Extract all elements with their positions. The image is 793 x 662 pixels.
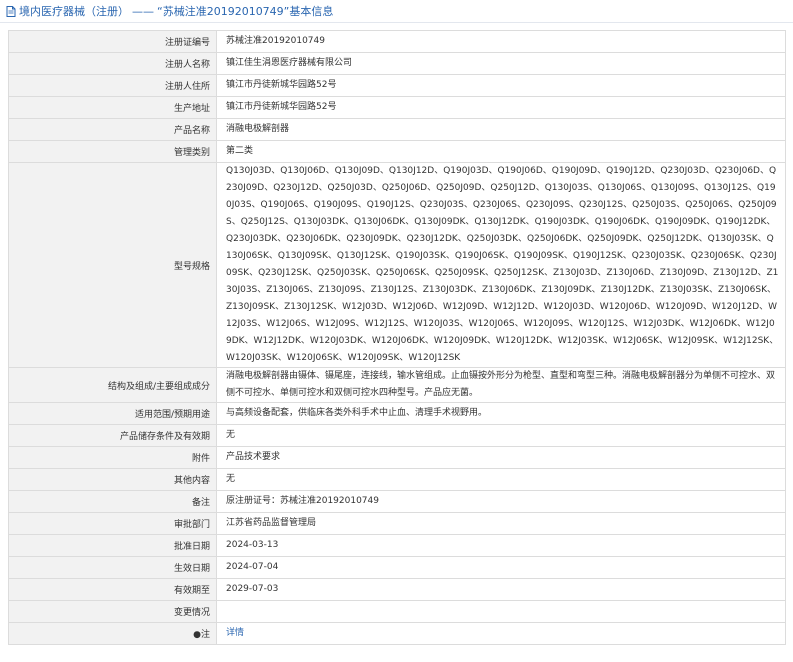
field-label: 注册证编号 (8, 30, 217, 53)
field-label: 生产地址 (8, 96, 217, 119)
table-row: 产品名称 消融电极解剖器 (8, 118, 786, 141)
table-row: 注册人住所 镇江市丹徒新城华园路52号 (8, 74, 786, 97)
field-value: 苏械注准20192010749 (216, 30, 786, 53)
field-value: 镇江市丹徒新城华园路52号 (216, 96, 786, 119)
table-row: 生效日期 2024-07-04 (8, 556, 786, 579)
field-value: 无 (216, 468, 786, 491)
table-row: 生产地址 镇江市丹徒新城华园路52号 (8, 96, 786, 119)
table-row: 备注 原注册证号：苏械注准20192010749 (8, 490, 786, 513)
field-value: 2029-07-03 (216, 578, 786, 601)
page-title: “苏械注准20192010749”基本信息 (157, 5, 334, 18)
field-label: 适用范围/预期用途 (8, 402, 217, 425)
field-label: 生效日期 (8, 556, 217, 579)
field-value: 第二类 (216, 140, 786, 163)
page-header: 境内医疗器械（注册） —— “苏械注准20192010749”基本信息 (0, 0, 793, 22)
field-label: 有效期至 (8, 578, 217, 601)
field-value: 原注册证号：苏械注准20192010749 (216, 490, 786, 513)
field-label: ●注 (8, 622, 217, 645)
info-table: 注册证编号 苏械注准20192010749 注册人名称 镇江佳生涓恩医疗器械有限… (8, 30, 786, 645)
field-value: 2024-03-13 (216, 534, 786, 557)
field-value: 消融电极解剖器 (216, 118, 786, 141)
table-row: 注册证编号 苏械注准20192010749 (8, 30, 786, 53)
field-label: 批准日期 (8, 534, 217, 557)
field-value: 镇江市丹徒新城华园路52号 (216, 74, 786, 97)
field-label: 审批部门 (8, 512, 217, 535)
field-label: 注册人住所 (8, 74, 217, 97)
table-row: 附件 产品技术要求 (8, 446, 786, 469)
field-label: 产品储存条件及有效期 (8, 424, 217, 447)
field-value (216, 600, 786, 623)
header-separator: —— (132, 4, 154, 18)
detail-cell: 详情 (216, 622, 786, 645)
field-label: 产品名称 (8, 118, 217, 141)
field-value: 江苏省药品监督管理局 (216, 512, 786, 535)
table-row: 变更情况 (8, 600, 786, 623)
category-link[interactable]: 境内医疗器械（注册） (19, 3, 129, 19)
table-row: ●注 详情 (8, 622, 786, 645)
field-label: 注册人名称 (8, 52, 217, 75)
field-label: 型号规格 (8, 162, 217, 368)
document-icon (6, 5, 16, 17)
field-label: 结构及组成/主要组成成分 (8, 367, 217, 403)
field-value: 无 (216, 424, 786, 447)
field-label: 管理类别 (8, 140, 217, 163)
field-label: 备注 (8, 490, 217, 513)
table-row: 批准日期 2024-03-13 (8, 534, 786, 557)
table-row: 有效期至 2029-07-03 (8, 578, 786, 601)
header-divider (0, 22, 793, 23)
field-label: 其他内容 (8, 468, 217, 491)
field-value: 产品技术要求 (216, 446, 786, 469)
field-value: 与高频设备配套，供临床各类外科手术中止血、清理手术视野用。 (216, 402, 786, 425)
table-row: 管理类别 第二类 (8, 140, 786, 163)
table-row: 其他内容 无 (8, 468, 786, 491)
field-label: 变更情况 (8, 600, 217, 623)
detail-link[interactable]: 详情 (226, 628, 244, 638)
field-value: 镇江佳生涓恩医疗器械有限公司 (216, 52, 786, 75)
table-row: 结构及组成/主要组成成分 消融电极解剖器由镊体、镊尾座，连接线，输水管组成。止血… (8, 367, 786, 403)
field-value: 2024-07-04 (216, 556, 786, 579)
table-row: 注册人名称 镇江佳生涓恩医疗器械有限公司 (8, 52, 786, 75)
field-value: 消融电极解剖器由镊体、镊尾座，连接线，输水管组成。止血镊按外形分为枪型、直型和弯… (216, 367, 786, 403)
table-row: 产品储存条件及有效期 无 (8, 424, 786, 447)
field-label: 附件 (8, 446, 217, 469)
model-spec-value: Q130J03D、Q130J06D、Q130J09D、Q130J12D、Q190… (216, 162, 786, 368)
table-row: 型号规格 Q130J03D、Q130J06D、Q130J09D、Q130J12D… (8, 162, 786, 368)
table-row: 审批部门 江苏省药品监督管理局 (8, 512, 786, 535)
table-row: 适用范围/预期用途 与高频设备配套，供临床各类外科手术中止血、清理手术视野用。 (8, 402, 786, 425)
